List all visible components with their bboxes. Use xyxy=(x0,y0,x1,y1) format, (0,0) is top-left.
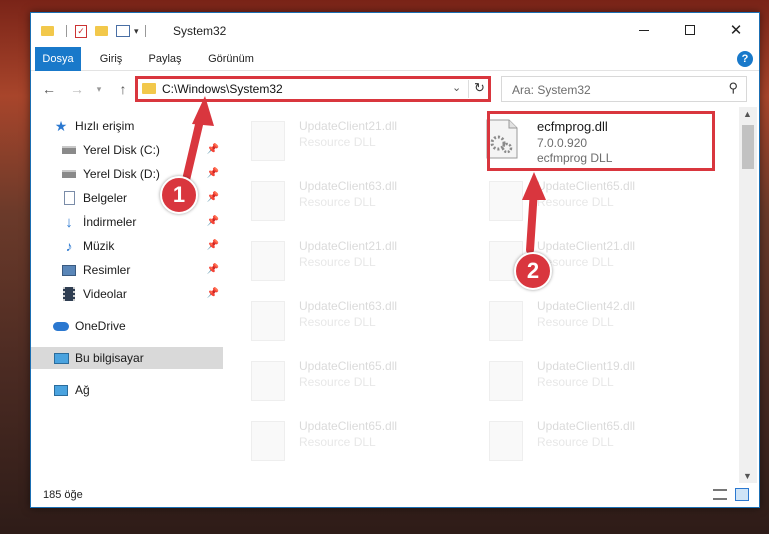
arrow-2-head xyxy=(522,172,546,200)
arrow-1-head xyxy=(192,96,214,126)
callout-arrows xyxy=(182,96,546,254)
callout-badge-2: 2 xyxy=(514,252,552,290)
callout-badge-1: 1 xyxy=(160,176,198,214)
